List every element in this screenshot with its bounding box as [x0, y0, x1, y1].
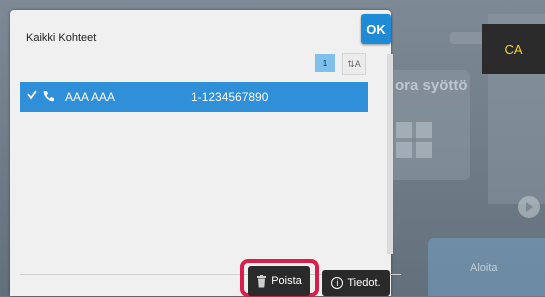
sort-az-icon[interactable]: ⇅A — [342, 53, 366, 75]
dialog-title: Kaikki Kohteet — [26, 32, 97, 44]
entry-name: AAA AAA — [65, 90, 116, 104]
page-number: 1 — [315, 54, 335, 72]
address-list-dialog: Kaikki Kohteet 1 ⇅A AAA AAA 1-1234567890 — [10, 10, 401, 296]
background-play-icon — [518, 196, 540, 218]
trash-icon — [257, 274, 267, 287]
details-button[interactable]: i Tiedot. — [322, 270, 390, 296]
entry-number: 1-1234567890 — [191, 90, 269, 104]
check-icon — [27, 90, 37, 100]
delete-label: Poista — [271, 275, 302, 287]
background-section-label: ora syöttö — [395, 77, 468, 94]
delete-button[interactable]: Poista — [248, 266, 310, 296]
background-keypad-icon — [396, 122, 432, 158]
background-start-label: Aloita — [470, 262, 498, 274]
info-icon: i — [331, 277, 344, 289]
sort-glyph: ⇅A — [347, 58, 361, 69]
list-item[interactable]: AAA AAA 1-1234567890 — [20, 82, 368, 112]
phone-icon — [43, 91, 54, 102]
ca-button[interactable]: CA — [482, 24, 545, 74]
ok-button[interactable]: OK — [361, 14, 391, 44]
scrollbar[interactable] — [387, 54, 393, 254]
details-label: Tiedot. — [347, 277, 381, 289]
